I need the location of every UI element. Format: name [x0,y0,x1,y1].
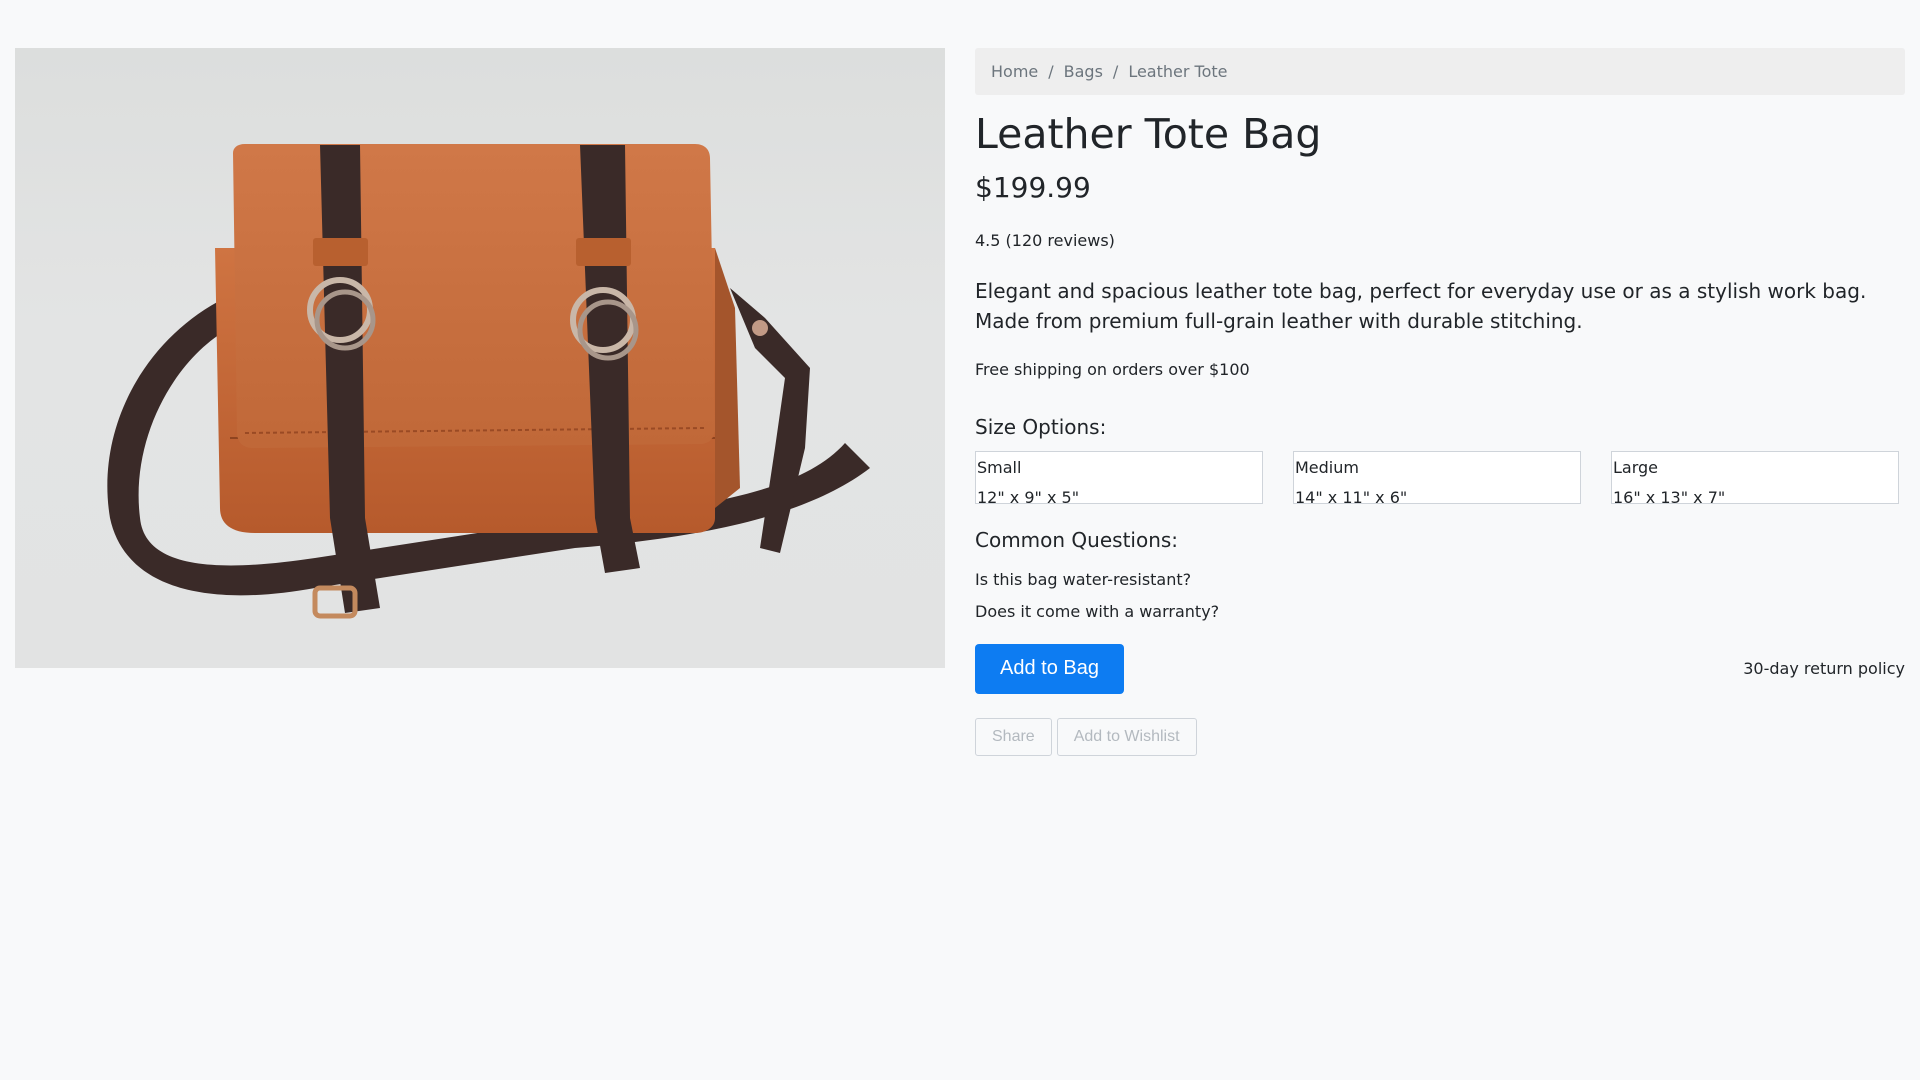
secondary-actions: Share Add to Wishlist [975,717,1905,756]
size-option-small[interactable]: Small 12" x 9" x 5" [975,450,1263,507]
size-option-medium[interactable]: Medium 14" x 11" x 6" [1293,450,1581,507]
faq-heading: Common Questions: [975,527,1179,552]
faq-question[interactable]: Does it come with a warranty? [975,596,1905,628]
breadcrumb-home[interactable]: Home [991,62,1038,81]
size-name: Large [1613,457,1659,477]
shipping-info: Free shipping on orders over $100 [975,359,1250,379]
product-rating: 4.5 (120 reviews) [975,230,1115,250]
product-page: Home / Bags / Leather Tote Leather Tote … [0,0,1920,1080]
breadcrumb-bags[interactable]: Bags [1064,62,1103,81]
product-description: Elegant and spacious leather tote bag, p… [975,278,1867,333]
return-policy: 30-day return policy [1743,659,1905,679]
size-dimensions: 12" x 9" x 5" [977,487,1080,507]
share-button[interactable]: Share [975,717,1052,756]
size-dimensions: 14" x 11" x 6" [1295,487,1408,507]
breadcrumb-separator: / [1112,62,1119,81]
size-options: Small 12" x 9" x 5" Medium 14" x 11" x 6… [975,450,1905,507]
size-name: Small [977,457,1022,477]
product-title: Leather Tote Bag [975,110,1322,158]
breadcrumb: Home / Bags / Leather Tote [975,48,1905,95]
add-to-wishlist-button[interactable]: Add to Wishlist [1056,717,1197,756]
faq-list: Is this bag water-resistant? Does it com… [975,564,1905,628]
size-options-heading: Size Options: [975,414,1107,439]
purchase-actions: Add to Bag 30-day return policy [975,643,1905,694]
leather-bag-illustration [107,144,870,619]
size-dimensions: 16" x 13" x 7" [1613,487,1726,507]
breadcrumb-current: Leather Tote [1128,62,1228,81]
add-to-bag-button[interactable]: Add to Bag [975,643,1124,694]
breadcrumb-separator: / [1048,62,1054,81]
size-option-large[interactable]: Large 16" x 13" x 7" [1611,450,1899,507]
size-name: Medium [1295,457,1359,477]
product-image [15,48,945,668]
product-details: Home / Bags / Leather Tote Leather Tote … [975,48,1905,756]
faq-question[interactable]: Is this bag water-resistant? [975,564,1905,596]
product-price: $199.99 [975,171,1091,205]
